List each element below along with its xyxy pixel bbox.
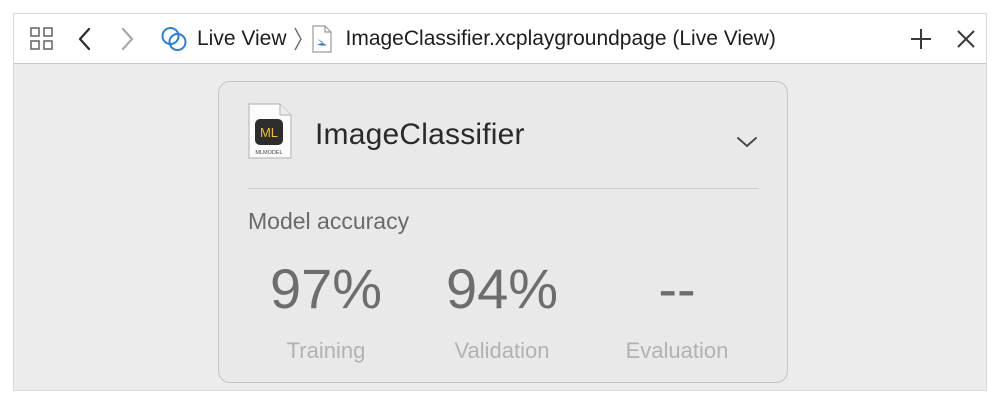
metric-validation: 94% Validation: [417, 254, 587, 364]
metric-label: Validation: [454, 338, 550, 363]
breadcrumb: Live View ImageClassifier.xcplaygroundpa…: [160, 14, 776, 64]
related-items-grid-icon[interactable]: [24, 14, 60, 64]
live-view-window: Live View ImageClassifier.xcplaygroundpa…: [13, 13, 987, 391]
live-view-rings-icon: [161, 27, 187, 51]
metric-value: 97%: [269, 257, 383, 320]
breadcrumb-label: ImageClassifier.xcplaygroundpage (Live V…: [345, 27, 776, 50]
add-button[interactable]: [906, 14, 936, 64]
divider: [248, 188, 758, 189]
toolbar: Live View ImageClassifier.xcplaygroundpa…: [14, 14, 986, 64]
metric-label: Training: [286, 338, 366, 363]
close-button[interactable]: [951, 14, 981, 64]
breadcrumb-item-playground-page[interactable]: ImageClassifier.xcplaygroundpage (Live V…: [311, 25, 776, 53]
chevron-right-icon: [121, 27, 134, 51]
close-icon: [957, 30, 975, 48]
chevron-left-icon: [78, 27, 91, 51]
metric-training: 97% Training: [241, 254, 411, 364]
metric-evaluation: -- Evaluation: [592, 254, 762, 364]
back-button[interactable]: [70, 14, 100, 64]
section-label-model-accuracy: Model accuracy: [248, 208, 410, 234]
metric-value: --: [658, 257, 696, 320]
metric-value: 94%: [445, 257, 559, 320]
mlmodel-file-icon: ML MLMODEL: [248, 103, 292, 159]
swift-file-icon: [311, 25, 332, 53]
model-accuracy-card: ML MLMODEL ImageClassifier Model accurac…: [218, 81, 788, 383]
plus-icon: [911, 29, 931, 49]
svg-text:ML: ML: [260, 125, 278, 140]
breadcrumb-item-live-view[interactable]: Live View: [160, 25, 287, 53]
card-header[interactable]: ML MLMODEL ImageClassifier: [219, 82, 787, 189]
breadcrumb-separator-icon: [293, 26, 303, 52]
chevron-down-icon[interactable]: [736, 135, 758, 149]
forward-button[interactable]: [112, 14, 142, 64]
model-name: ImageClassifier: [315, 118, 525, 151]
svg-text:MLMODEL: MLMODEL: [255, 150, 282, 156]
breadcrumb-label: Live View: [197, 27, 287, 50]
metric-label: Evaluation: [625, 338, 729, 363]
